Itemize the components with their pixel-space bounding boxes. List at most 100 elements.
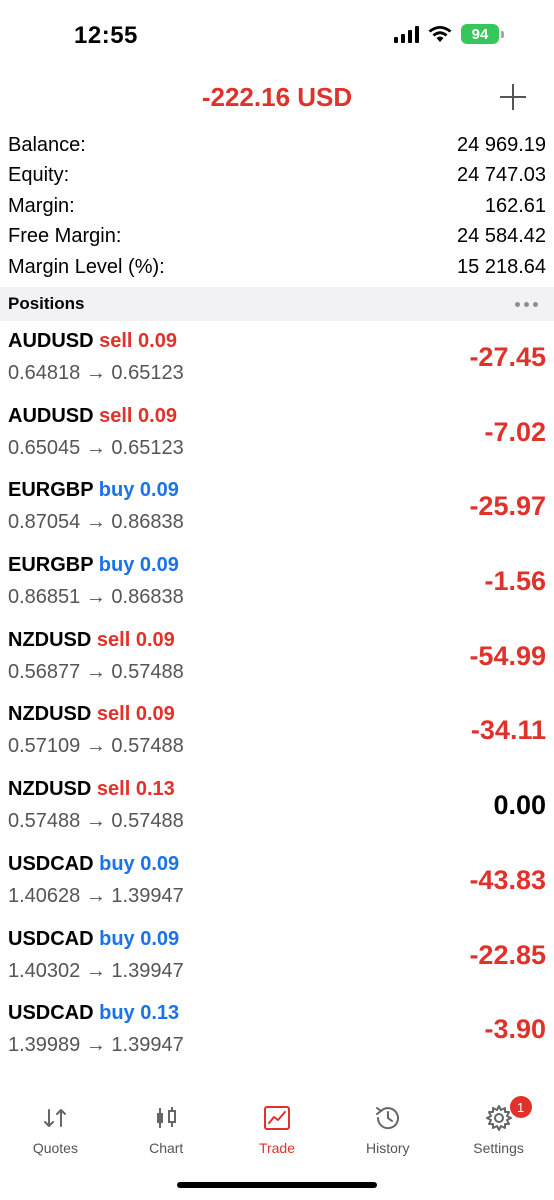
summary-label: Equity: bbox=[8, 164, 70, 187]
position-symbol: EURGBP bbox=[8, 479, 94, 502]
position-volume: 0.09 bbox=[139, 479, 179, 502]
tab-history[interactable]: History bbox=[332, 1090, 443, 1170]
summary-label: Margin: bbox=[8, 194, 75, 217]
position-side: buy bbox=[99, 852, 135, 875]
account-summary: Balance: 24 969.19 Equity: 24 747.03 Mar… bbox=[0, 130, 554, 283]
position-side: sell bbox=[99, 330, 133, 352]
position-profit: -25.97 bbox=[469, 491, 546, 522]
position-prices: 1.40628 → 1.39947 bbox=[8, 884, 184, 907]
position-volume: 0.13 bbox=[135, 778, 175, 801]
position-side: buy bbox=[98, 479, 135, 502]
position-row[interactable]: NZDUSD sell 0.09 0.56877 → 0.57488 -54.9… bbox=[0, 625, 554, 700]
position-row[interactable]: USDCAD buy 0.13 1.39989 → 1.39947 -3.90 bbox=[0, 998, 554, 1073]
header: -222.16 USD bbox=[0, 72, 554, 124]
position-profit: -54.99 bbox=[469, 640, 546, 671]
position-volume: 0.09 bbox=[139, 554, 179, 577]
status-bar: 12:55 94 bbox=[0, 0, 554, 72]
position-symbol: USDCAD bbox=[8, 927, 94, 950]
position-volume: 0.09 bbox=[135, 628, 175, 651]
position-prices: 0.65045 → 0.65123 bbox=[8, 436, 184, 459]
position-side: sell bbox=[96, 628, 131, 651]
wifi-icon bbox=[428, 26, 452, 42]
summary-label: Balance: bbox=[8, 133, 86, 156]
position-symbol: NZDUSD bbox=[8, 703, 92, 726]
position-profit: -22.85 bbox=[469, 939, 546, 970]
position-volume: 0.09 bbox=[138, 404, 177, 427]
position-profit: -7.02 bbox=[484, 416, 546, 447]
position-side: sell bbox=[99, 404, 133, 427]
chart-icon bbox=[157, 1107, 177, 1128]
summary-label: Margin Level (%): bbox=[8, 255, 165, 278]
position-prices: 0.56877 → 0.57488 bbox=[8, 660, 184, 683]
positions-list: AUDUSD sell 0.09 0.64818 → 0.65123 -27.4… bbox=[0, 326, 554, 1073]
summary-row-balance: Balance: 24 969.19 bbox=[0, 130, 554, 161]
battery-icon: 94 bbox=[461, 24, 504, 44]
position-prices: 0.86851 → 0.86838 bbox=[8, 586, 184, 609]
positions-title: Positions bbox=[8, 294, 85, 313]
trade-icon bbox=[263, 1106, 290, 1130]
tab-label: Quotes bbox=[32, 1140, 78, 1156]
summary-row-equity: Equity: 24 747.03 bbox=[0, 161, 554, 192]
summary-value: 24 747.03 bbox=[457, 164, 546, 187]
summary-value: 24 584.42 bbox=[457, 225, 546, 248]
more-icon[interactable] bbox=[515, 301, 538, 307]
tab-trade[interactable]: Trade bbox=[222, 1090, 333, 1170]
positions-section-header: Positions bbox=[0, 287, 554, 321]
tab-label: History bbox=[366, 1140, 410, 1156]
quotes-icon bbox=[44, 1109, 67, 1127]
position-row[interactable]: USDCAD buy 0.09 1.40628 → 1.39947 -43.83 bbox=[0, 849, 554, 924]
position-row[interactable]: EURGBP buy 0.09 0.87054 → 0.86838 -25.97 bbox=[0, 475, 554, 550]
summary-label: Free Margin: bbox=[8, 225, 122, 248]
position-prices: 0.64818 → 0.65123 bbox=[8, 362, 184, 384]
position-volume: 0.13 bbox=[140, 1002, 180, 1025]
position-side: buy bbox=[99, 927, 135, 950]
position-prices: 0.57109 → 0.57488 bbox=[8, 735, 184, 758]
summary-value: 15 218.64 bbox=[457, 255, 546, 278]
tab-label: Trade bbox=[258, 1140, 296, 1156]
position-symbol: NZDUSD bbox=[8, 778, 92, 801]
tab-label: Chart bbox=[149, 1140, 184, 1156]
position-side: sell bbox=[96, 703, 131, 726]
position-symbol: USDCAD bbox=[8, 852, 94, 875]
position-volume: 0.09 bbox=[138, 330, 177, 352]
tab-chart[interactable]: Chart bbox=[111, 1090, 222, 1170]
position-profit: -34.11 bbox=[470, 715, 546, 746]
notification-badge: 1 bbox=[509, 1096, 532, 1118]
position-row[interactable]: EURGBP buy 0.09 0.86851 → 0.86838 -1.56 bbox=[0, 550, 554, 625]
position-row[interactable]: AUDUSD sell 0.09 0.65045 → 0.65123 -7.02 bbox=[0, 401, 554, 476]
position-symbol: AUDUSD bbox=[8, 330, 94, 352]
position-row[interactable]: USDCAD buy 0.09 1.40302 → 1.39947 -22.85 bbox=[0, 924, 554, 999]
summary-row-margin: Margin: 162.61 bbox=[0, 191, 554, 222]
status-time: 12:55 bbox=[74, 22, 138, 49]
add-order-button[interactable] bbox=[498, 82, 528, 112]
position-profit: -1.56 bbox=[484, 566, 546, 597]
summary-value: 162.61 bbox=[484, 194, 546, 217]
position-profit: 0.00 bbox=[493, 790, 546, 821]
position-symbol: EURGBP bbox=[8, 554, 94, 577]
position-profit: -43.83 bbox=[469, 864, 546, 895]
summary-row-free-margin: Free Margin: 24 584.42 bbox=[0, 222, 554, 253]
total-profit: -222.16 USD bbox=[201, 82, 353, 112]
position-side: buy bbox=[99, 1002, 135, 1025]
position-side: buy bbox=[98, 554, 135, 577]
position-profit: -27.45 bbox=[469, 342, 546, 372]
position-row[interactable]: NZDUSD sell 0.13 0.57488 → 0.57488 0.00 bbox=[0, 774, 554, 849]
tab-label: Settings bbox=[473, 1140, 524, 1156]
position-volume: 0.09 bbox=[140, 852, 180, 875]
position-prices: 0.87054 → 0.86838 bbox=[8, 511, 184, 534]
position-symbol: AUDUSD bbox=[8, 404, 94, 427]
tab-settings[interactable]: 1 Settings bbox=[443, 1090, 554, 1170]
tab-quotes[interactable]: Quotes bbox=[0, 1090, 111, 1170]
position-row[interactable]: AUDUSD sell 0.09 0.64818 → 0.65123 -27.4… bbox=[0, 326, 554, 401]
battery-level: 94 bbox=[461, 24, 499, 44]
position-symbol: USDCAD bbox=[8, 1002, 94, 1025]
history-icon bbox=[375, 1107, 399, 1130]
signal-icon bbox=[394, 25, 419, 43]
position-symbol: NZDUSD bbox=[8, 628, 92, 651]
position-volume: 0.09 bbox=[140, 927, 180, 950]
position-side: sell bbox=[96, 778, 131, 801]
position-profit: -3.90 bbox=[484, 1014, 546, 1045]
tab-bar: Quotes Chart Trade History 1 Settings bbox=[0, 1090, 554, 1170]
position-prices: 0.57488 → 0.57488 bbox=[8, 810, 184, 833]
position-row[interactable]: NZDUSD sell 0.09 0.57109 → 0.57488 -34.1… bbox=[0, 699, 554, 774]
